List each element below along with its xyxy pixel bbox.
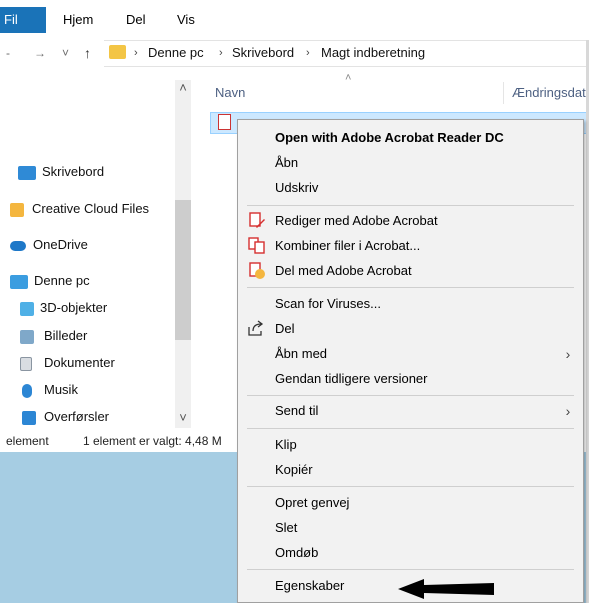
menu-scan-viruses[interactable]: Scan for Viruses... xyxy=(275,294,381,314)
scroll-down-icon[interactable]: ˅ xyxy=(175,410,191,426)
chevron-right-icon: › xyxy=(565,403,571,419)
menu-edit-acrobat[interactable]: Rediger med Adobe Acrobat xyxy=(275,211,438,231)
nav-item-label: Creative Cloud Files xyxy=(32,201,150,216)
3d-objects-icon xyxy=(20,301,34,316)
nav-item-creative-cloud[interactable]: Creative Cloud Files xyxy=(10,198,149,220)
pictures-icon xyxy=(20,329,34,344)
menu-open[interactable]: Åbn xyxy=(275,153,298,173)
tab-file[interactable]: Fil xyxy=(0,7,46,33)
breadcrumb-folder[interactable]: Magt indberetning xyxy=(321,45,425,61)
menu-share[interactable]: Del xyxy=(275,319,295,339)
menu-print[interactable]: Udskriv xyxy=(275,178,318,198)
desktop-icon xyxy=(18,165,36,180)
menu-separator xyxy=(247,486,574,487)
menu-properties[interactable]: Egenskaber xyxy=(275,576,344,596)
recent-dropdown-icon[interactable]: ˅ xyxy=(62,44,69,62)
menu-open-with[interactable]: Åbn med xyxy=(275,344,327,364)
sort-indicator-icon: ˄ xyxy=(345,72,352,84)
menu-separator xyxy=(247,428,574,429)
tab-view[interactable]: Vis xyxy=(177,7,195,33)
nav-item-documents[interactable]: Dokumenter xyxy=(20,352,115,374)
menu-delete[interactable]: Slet xyxy=(275,518,297,538)
nav-item-pictures[interactable]: Billeder xyxy=(20,325,87,347)
nav-scrollbar-thumb[interactable] xyxy=(175,200,191,340)
nav-item-label: 3D-objekter xyxy=(40,300,108,315)
nav-item-label: Musik xyxy=(44,382,78,397)
acrobat-edit-icon xyxy=(249,212,265,228)
column-header-name[interactable]: Navn xyxy=(215,84,245,102)
status-item-count: element xyxy=(6,434,49,448)
menu-combine-acrobat[interactable]: Kombiner filer i Acrobat... xyxy=(275,236,420,256)
nav-item-this-pc[interactable]: Denne pc xyxy=(10,270,90,292)
menu-separator xyxy=(247,569,574,570)
menu-separator xyxy=(247,395,574,396)
menu-share-acrobat[interactable]: Del med Adobe Acrobat xyxy=(275,261,412,281)
menu-copy[interactable]: Kopiér xyxy=(275,460,313,480)
arrow-left-icon xyxy=(398,579,494,599)
breadcrumb-this-pc[interactable]: Denne pc xyxy=(148,45,204,61)
nav-item-desktop[interactable]: Skrivebord xyxy=(18,161,104,183)
acrobat-share-icon xyxy=(249,262,265,279)
pdf-file-icon xyxy=(218,114,231,130)
breadcrumb-separator: › xyxy=(306,47,310,59)
menu-open-acrobat-reader[interactable]: Open with Adobe Acrobat Reader DC xyxy=(275,128,504,148)
nav-item-music[interactable]: Musik xyxy=(22,379,78,401)
up-icon[interactable]: ↑ xyxy=(84,44,91,62)
onedrive-icon xyxy=(10,240,26,251)
menu-send-to[interactable]: Send til xyxy=(275,401,318,421)
menu-rename[interactable]: Omdøb xyxy=(275,543,318,563)
nav-item-onedrive[interactable]: OneDrive xyxy=(10,234,88,256)
breadcrumb-separator: › xyxy=(219,47,223,59)
share-icon xyxy=(248,320,264,336)
nav-item-label: Dokumenter xyxy=(44,355,115,370)
forward-icon[interactable]: → xyxy=(34,44,46,62)
menu-separator xyxy=(247,287,574,288)
nav-item-label: Skrivebord xyxy=(42,164,105,179)
tab-home[interactable]: Hjem xyxy=(63,7,93,33)
acrobat-combine-icon xyxy=(248,237,265,254)
documents-icon xyxy=(20,356,32,371)
nav-item-downloads[interactable]: Overførsler xyxy=(22,406,109,428)
back-icon[interactable]: - xyxy=(6,44,10,62)
menu-restore-versions[interactable]: Gendan tidligere versioner xyxy=(275,369,427,389)
nav-item-label: Overførsler xyxy=(44,409,109,424)
nav-item-label: Denne pc xyxy=(34,273,90,288)
breadcrumb-separator: › xyxy=(134,47,138,59)
breadcrumb-desktop[interactable]: Skrivebord xyxy=(232,45,294,61)
chevron-right-icon: › xyxy=(565,346,571,362)
column-divider xyxy=(503,82,504,104)
nav-item-label: Billeder xyxy=(44,328,88,343)
menu-cut[interactable]: Klip xyxy=(275,435,297,455)
music-icon xyxy=(22,383,32,398)
menu-separator xyxy=(247,205,574,206)
creative-cloud-icon xyxy=(10,202,24,217)
menu-create-shortcut[interactable]: Opret genvej xyxy=(275,493,349,513)
nav-item-label: OneDrive xyxy=(33,237,88,252)
tab-share[interactable]: Del xyxy=(126,7,146,33)
nav-item-3d-objects[interactable]: 3D-objekter xyxy=(20,297,107,319)
scroll-up-icon[interactable]: ˄ xyxy=(175,80,191,96)
column-header-modified[interactable]: Ændringsdat xyxy=(512,84,586,102)
folder-icon xyxy=(109,45,126,59)
status-selection: 1 element er valgt: 4,48 M xyxy=(83,434,222,448)
computer-icon xyxy=(10,274,28,289)
downloads-icon xyxy=(22,410,36,425)
